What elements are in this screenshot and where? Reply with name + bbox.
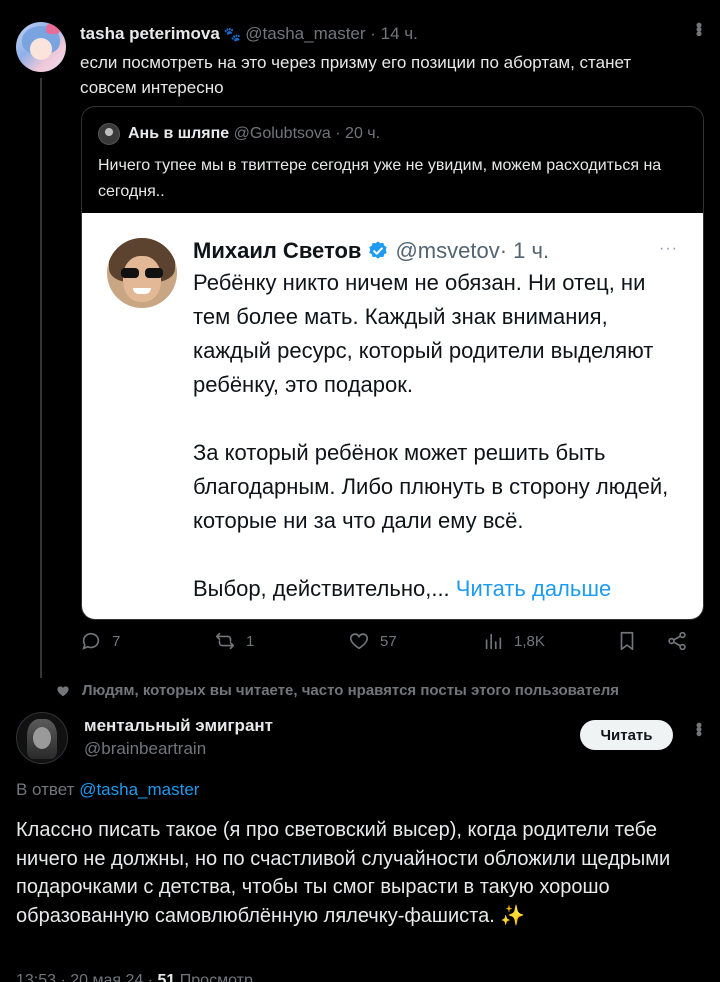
embedded-truncated-text: Выбор, действительно,... <box>193 576 450 601</box>
reply-author-handle[interactable]: @brainbeartrain <box>84 739 206 759</box>
embedded-timestamp: · 1 ч. <box>499 238 550 263</box>
reply-avatar[interactable] <box>16 712 68 764</box>
quote-text: Ничего тупее мы в твиттере сегодня уже н… <box>98 157 662 200</box>
embedded-avatar <box>107 238 177 308</box>
like-count: 57 <box>380 632 397 650</box>
repost-button[interactable]: 1 <box>214 630 254 652</box>
read-more-link: Читать дальше <box>455 576 612 601</box>
follow-button[interactable]: Читать <box>580 720 673 750</box>
more-options-icon[interactable]: ••• <box>688 22 709 35</box>
reply-author-name[interactable]: ментальный эмигрант <box>84 716 273 736</box>
share-button[interactable] <box>666 630 698 652</box>
views-button[interactable]: 1,8K <box>482 630 545 652</box>
quoted-tweet[interactable]: Ань в шляпе @Golubtsova · 20 ч. Ничего т… <box>81 106 704 620</box>
action-bar: 7 1 57 1,8K <box>80 628 700 658</box>
quote-author-handle: @Golubtsova <box>233 125 331 142</box>
embedded-paragraph: Ребёнку никто ничем не обязан. Ни отец, … <box>193 270 654 397</box>
repost-icon <box>215 632 235 650</box>
reply-views-count: 51 <box>157 972 176 982</box>
quote-avatar <box>98 123 120 145</box>
paw-icon: 🐾 <box>223 26 242 42</box>
quote-timestamp: · 20 ч. <box>335 125 381 142</box>
reply-text: Классно писать такое (я про световский в… <box>16 816 706 930</box>
reply-count: 7 <box>112 632 121 650</box>
quote-header: Ань в шляпе @Golubtsova · 20 ч. <box>98 123 380 145</box>
tweet-text: если посмотреть на это через призму его … <box>80 53 632 97</box>
timestamp[interactable]: · 14 ч. <box>370 24 418 43</box>
reply-icon <box>82 632 100 650</box>
author-handle[interactable]: @tasha_master <box>245 24 365 43</box>
more-options-icon[interactable]: ••• <box>688 722 709 735</box>
author-name[interactable]: tasha peterimova <box>80 24 220 43</box>
reply-context: В ответ @tasha_master <box>16 780 199 800</box>
avatar[interactable] <box>16 22 66 72</box>
embedded-author-name: Михаил Светов <box>193 238 362 263</box>
reply-button[interactable]: 7 <box>80 630 120 652</box>
reply-prefix: В ответ <box>16 780 75 799</box>
quote-author-name: Ань в шляпе <box>128 125 230 142</box>
embedded-paragraph-truncated: Выбор, действительно,... Читать дальше <box>193 572 683 606</box>
sparkles-icon: ✨ <box>500 904 526 927</box>
embedded-screenshot[interactable]: Михаил Светов @msvetov · 1 ч. ··· Ребёнку… <box>82 213 703 619</box>
embedded-text: Ребёнку никто ничем не обязан. Ни отец, … <box>193 266 683 606</box>
heart-filled-icon <box>57 685 69 696</box>
social-context-text: Людям, которых вы читаете, часто нравятс… <box>82 682 619 699</box>
embedded-header: Михаил Светов @msvetov · 1 ч. <box>193 238 549 264</box>
bookmark-button[interactable] <box>616 630 648 652</box>
thread-line <box>40 78 42 678</box>
reply-body: Классно писать такое (я про световский в… <box>16 819 671 927</box>
reply-views-label: Просмотр <box>175 972 253 982</box>
bookmark-icon <box>620 631 634 651</box>
tweet-header: tasha peterimova 🐾 @tasha_master · 14 ч. <box>80 24 418 44</box>
verified-badge-icon <box>369 241 388 259</box>
social-context: Людям, которых вы читаете, часто нравятс… <box>56 682 619 699</box>
reply-to-link[interactable]: @tasha_master <box>79 780 199 799</box>
reply-timestamp: 13:53 · 20 мая 24 · <box>16 972 158 982</box>
like-button[interactable]: 57 <box>348 630 397 652</box>
embedded-paragraph: За который ребёнок может решить быть бла… <box>193 440 669 533</box>
views-count: 1,8K <box>514 632 545 650</box>
embedded-author-handle: @msvetov <box>395 238 500 263</box>
repost-count: 1 <box>246 632 255 650</box>
share-icon <box>668 631 686 651</box>
reply-meta: 13:53 · 20 мая 24 · 51 Просмотр <box>16 972 253 982</box>
embedded-more-icon: ··· <box>659 240 678 257</box>
views-icon <box>485 633 502 650</box>
heart-icon <box>349 633 369 650</box>
